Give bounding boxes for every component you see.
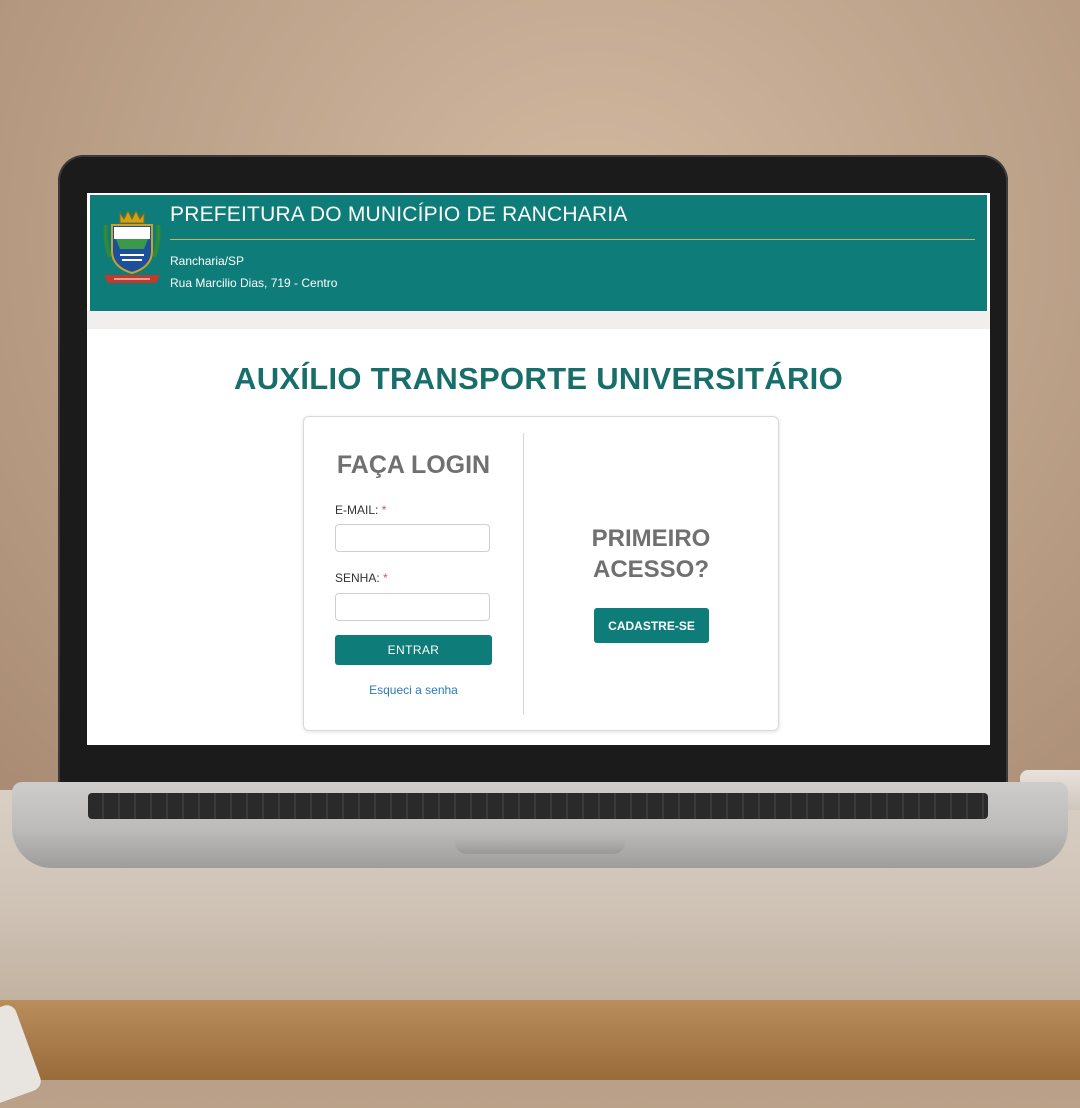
laptop-notch — [455, 838, 625, 854]
forgot-password-link[interactable]: Esqueci a senha — [335, 683, 492, 697]
first-access-line-1: PRIMEIRO — [591, 525, 711, 552]
page-title: AUXÍLIO TRANSPORTE UNIVERSITÁRIO — [234, 361, 843, 396]
email-input[interactable] — [335, 524, 490, 552]
email-required-mark: * — [381, 503, 387, 517]
first-access-title: PRIMEIRO ACESSO? — [524, 523, 778, 585]
site-header: PREFEITURA DO MUNICÍPIO DE RANCHARIA Ran… — [90, 195, 987, 311]
login-button[interactable]: ENTRAR — [335, 635, 492, 665]
desk-edge — [0, 1000, 1080, 1080]
coat-of-arms-icon — [103, 209, 161, 283]
header-address: Rua Marcilio Dias, 719 - Centro — [170, 276, 338, 290]
email-label-text: E-MAIL: — [335, 503, 379, 517]
header-city: Rancharia/SP — [170, 254, 245, 268]
login-card: FAÇA LOGIN E-MAIL: * SENHA: * ENTRAR Esq… — [303, 416, 779, 731]
header-divider — [170, 239, 975, 240]
first-access-line-2: ACESSO? — [592, 556, 709, 583]
login-title: FAÇA LOGIN — [336, 451, 491, 479]
password-label-text: SENHA: — [335, 571, 380, 585]
header-subbar — [87, 311, 990, 329]
laptop-screen: PREFEITURA DO MUNICÍPIO DE RANCHARIA Ran… — [87, 193, 990, 745]
laptop-keyboard — [88, 793, 988, 819]
password-input[interactable] — [335, 593, 490, 621]
password-required-mark: * — [383, 571, 388, 585]
password-label: SENHA: * — [335, 571, 388, 585]
email-label: E-MAIL: * — [335, 503, 386, 517]
municipality-title: PREFEITURA DO MUNICÍPIO DE RANCHARIA — [170, 203, 628, 226]
signup-button[interactable]: CADASTRE-SE — [594, 608, 709, 643]
